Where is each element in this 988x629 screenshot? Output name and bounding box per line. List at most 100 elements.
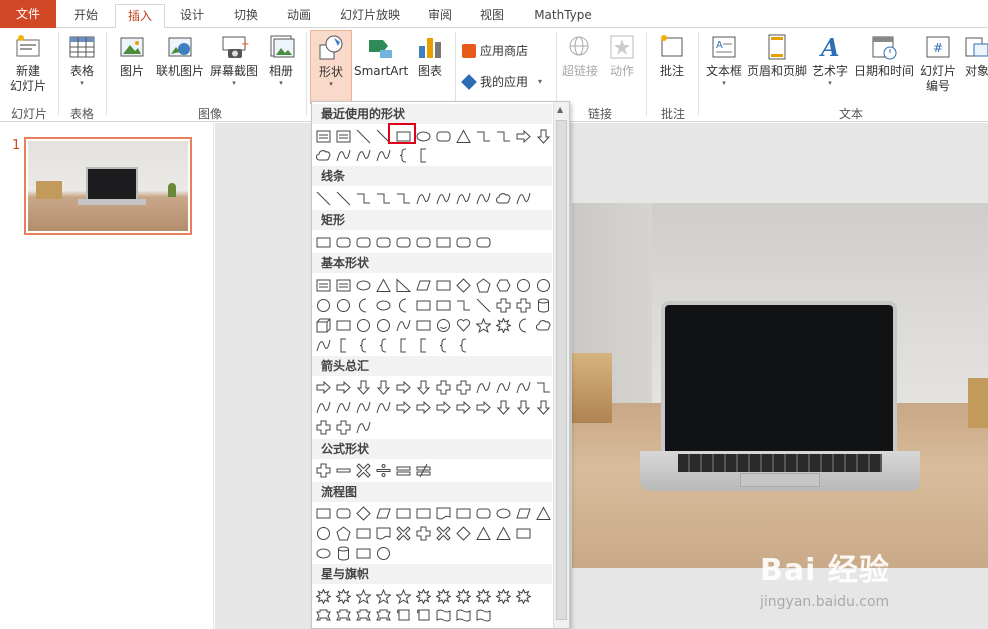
tab-home[interactable]: 开始	[60, 4, 112, 28]
shape-circ-icon[interactable]	[374, 316, 393, 334]
date-time-button[interactable]: 日期和时间	[852, 32, 916, 79]
shape-pent-icon[interactable]	[474, 276, 493, 294]
shape-moon-icon[interactable]	[354, 296, 373, 314]
tab-file[interactable]: 文件	[0, 0, 56, 28]
slide-thumbnail[interactable]	[24, 137, 192, 235]
shape-arrowR-icon[interactable]	[474, 398, 493, 416]
shape-elbow-icon[interactable]	[354, 189, 373, 207]
shape-burst-icon[interactable]	[514, 587, 533, 605]
shape-rrect-icon[interactable]	[334, 233, 353, 251]
shape-circ-icon[interactable]	[314, 296, 333, 314]
shape-text-icon[interactable]	[334, 276, 353, 294]
shape-oval-icon[interactable]	[414, 127, 433, 145]
shape-line-icon[interactable]	[334, 189, 353, 207]
shape-rect-icon[interactable]	[354, 544, 373, 562]
shape-star-icon[interactable]	[354, 587, 373, 605]
my-apps-button[interactable]: 我的应用 ▾	[461, 73, 542, 90]
dropdown-scrollbar[interactable]: ▲	[553, 102, 569, 628]
shape-rrect-icon[interactable]	[454, 233, 473, 251]
shape-curve-icon[interactable]	[374, 146, 393, 164]
shape-rrect-icon[interactable]	[374, 233, 393, 251]
shape-flag-icon[interactable]	[454, 606, 473, 624]
shape-curve-icon[interactable]	[394, 316, 413, 334]
shape-moon-icon[interactable]	[514, 316, 533, 334]
shape-brace-icon[interactable]	[434, 336, 453, 354]
shape-ribbon-icon[interactable]	[334, 606, 353, 624]
shape-brace-icon[interactable]	[394, 146, 413, 164]
shape-scroll-icon[interactable]	[394, 606, 413, 624]
shape-rrect-icon[interactable]	[414, 233, 433, 251]
shape-ribbon-icon[interactable]	[314, 606, 333, 624]
shape-pent-icon[interactable]	[334, 524, 353, 542]
shape-smile-icon[interactable]	[434, 316, 453, 334]
shape-eq-icon[interactable]	[394, 461, 413, 479]
shape-bracket-icon[interactable]	[394, 336, 413, 354]
shape-curve-icon[interactable]	[474, 189, 493, 207]
screenshot-button[interactable]: + 屏幕截图 ▾	[208, 32, 260, 87]
shape-arrowR-icon[interactable]	[454, 398, 473, 416]
shape-rect-icon[interactable]	[434, 276, 453, 294]
shape-arrowR-icon[interactable]	[394, 398, 413, 416]
shape-brace-icon[interactable]	[354, 336, 373, 354]
shape-curve-icon[interactable]	[314, 398, 333, 416]
shape-plus-icon[interactable]	[314, 461, 333, 479]
shape-oval-icon[interactable]	[314, 544, 333, 562]
shape-tri-icon[interactable]	[374, 276, 393, 294]
shape-plus-icon[interactable]	[414, 524, 433, 542]
shape-scroll-icon[interactable]	[414, 606, 433, 624]
shape-curve-icon[interactable]	[354, 418, 373, 436]
shape-times-icon[interactable]	[434, 524, 453, 542]
shape-burst-icon[interactable]	[414, 587, 433, 605]
shape-circ-icon[interactable]	[514, 276, 533, 294]
chart-button[interactable]: 图表	[412, 32, 448, 79]
shape-curve-icon[interactable]	[374, 398, 393, 416]
shape-hex-icon[interactable]	[494, 276, 513, 294]
shape-cube-icon[interactable]	[314, 316, 333, 334]
shape-arrowR-icon[interactable]	[314, 378, 333, 396]
shape-elbow-icon[interactable]	[474, 127, 493, 145]
smartart-button[interactable]: SmartArt	[354, 32, 408, 79]
shape-curve-icon[interactable]	[514, 378, 533, 396]
shape-doc-icon[interactable]	[374, 524, 393, 542]
shape-circ-icon[interactable]	[374, 544, 393, 562]
shape-arrowR-icon[interactable]	[514, 127, 533, 145]
shape-oval-icon[interactable]	[374, 296, 393, 314]
shape-curve-icon[interactable]	[354, 398, 373, 416]
shape-flag-icon[interactable]	[434, 606, 453, 624]
comment-button[interactable]: 批注	[654, 32, 690, 79]
shape-star-icon[interactable]	[474, 316, 493, 334]
shape-arrowR-icon[interactable]	[394, 378, 413, 396]
shape-diam-icon[interactable]	[454, 524, 473, 542]
shape-rect-icon[interactable]	[334, 316, 353, 334]
shape-rect-icon[interactable]	[414, 316, 433, 334]
shape-para-icon[interactable]	[414, 276, 433, 294]
shape-curve-icon[interactable]	[514, 189, 533, 207]
shape-times-icon[interactable]	[394, 524, 413, 542]
shape-curve-icon[interactable]	[474, 378, 493, 396]
shape-arrowD-icon[interactable]	[414, 378, 433, 396]
action-button[interactable]: 动作	[604, 32, 640, 79]
shape-rrect-icon[interactable]	[474, 504, 493, 522]
shape-para-icon[interactable]	[374, 504, 393, 522]
shape-rrect-icon[interactable]	[334, 504, 353, 522]
shape-rect-icon[interactable]	[414, 504, 433, 522]
app-store-button[interactable]: 应用商店	[462, 42, 528, 59]
shape-rrect-icon[interactable]	[434, 127, 453, 145]
shape-tri-icon[interactable]	[494, 524, 513, 542]
shape-burst-icon[interactable]	[314, 587, 333, 605]
shape-rrect-icon[interactable]	[394, 233, 413, 251]
shape-burst-icon[interactable]	[494, 316, 513, 334]
shape-rect-icon[interactable]	[314, 233, 333, 251]
shape-curve-icon[interactable]	[494, 378, 513, 396]
shape-burst-icon[interactable]	[494, 587, 513, 605]
shape-burst-icon[interactable]	[454, 587, 473, 605]
header-footer-button[interactable]: 页眉和页脚	[746, 32, 808, 79]
shape-line-icon[interactable]	[314, 189, 333, 207]
shape-rect-icon[interactable]	[414, 296, 433, 314]
tab-insert[interactable]: 插入	[115, 4, 165, 29]
shape-ribbon-icon[interactable]	[354, 606, 373, 624]
shape-curve-icon[interactable]	[354, 146, 373, 164]
shape-arrowR-icon[interactable]	[334, 378, 353, 396]
tab-animations[interactable]: 动画	[276, 4, 322, 28]
shape-star-icon[interactable]	[394, 587, 413, 605]
